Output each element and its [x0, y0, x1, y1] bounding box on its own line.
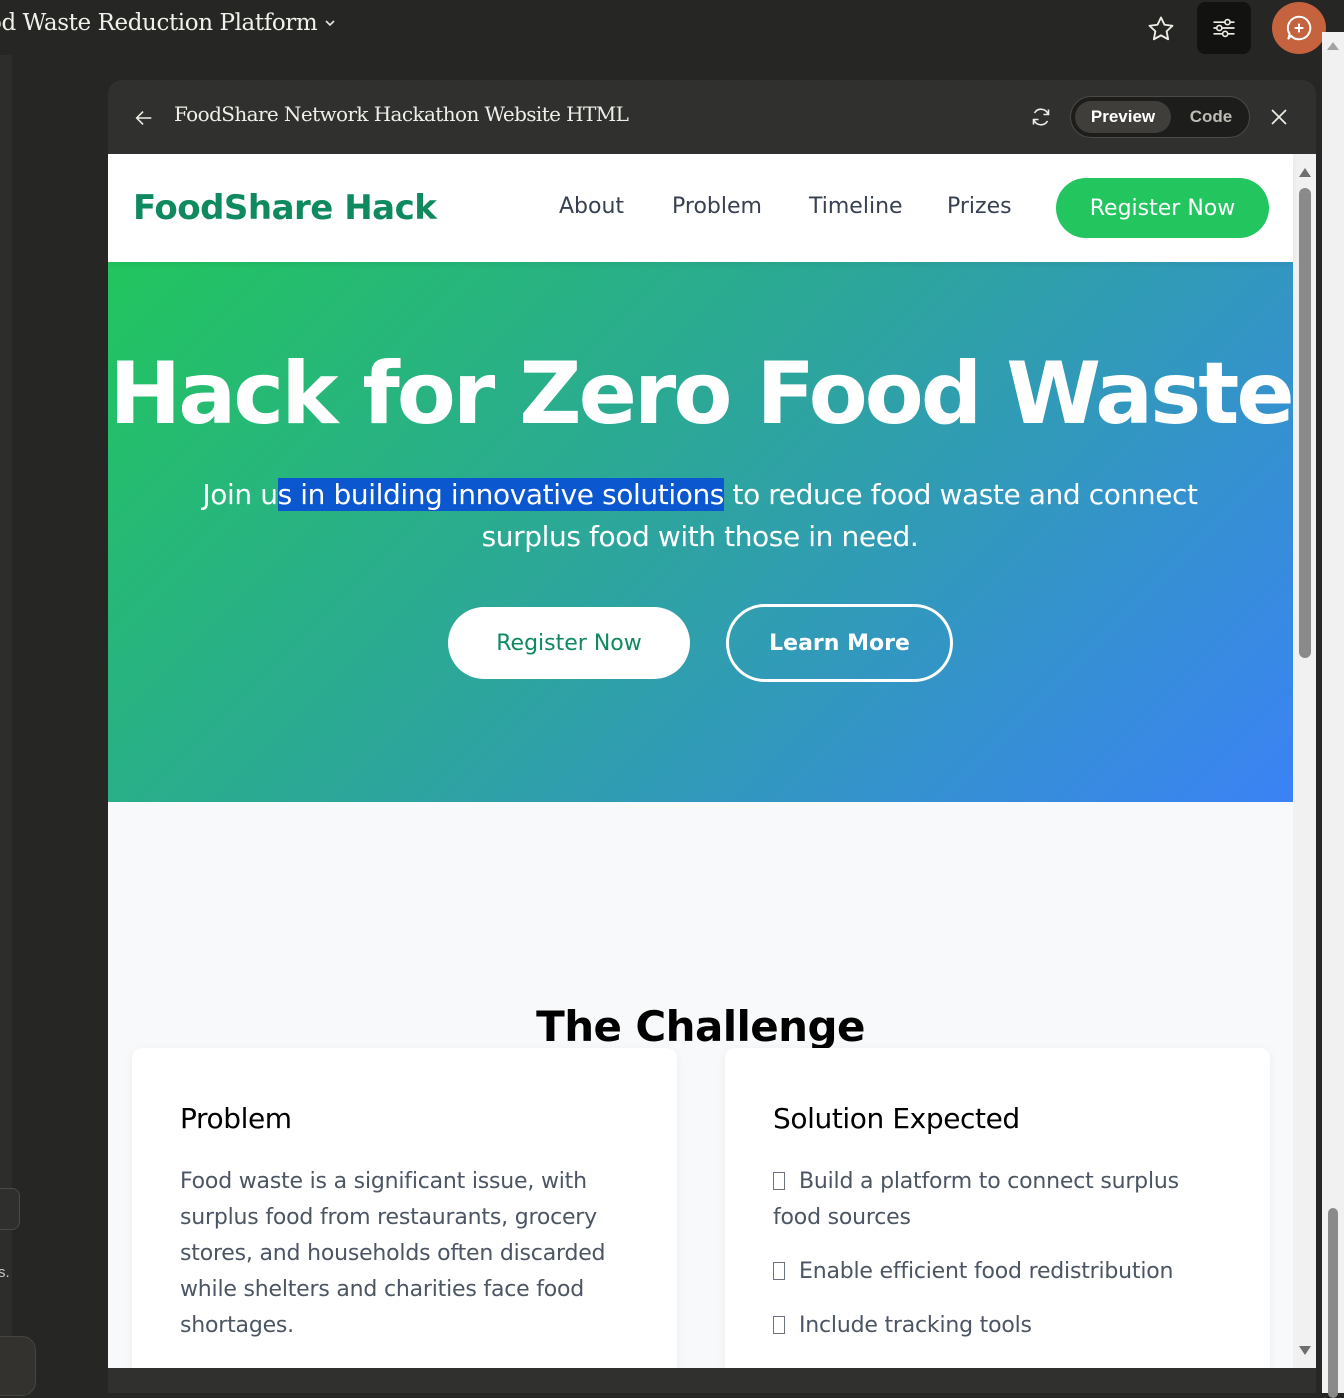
list-item: Include tracking tools	[773, 1308, 1233, 1344]
scroll-up-arrow[interactable]	[1327, 42, 1339, 50]
project-title: od Waste Reduction Platform	[0, 10, 318, 36]
challenge-heading: The Challenge	[536, 1002, 865, 1051]
sliders-icon	[1213, 18, 1235, 38]
checkbox-icon	[773, 1316, 785, 1334]
scroll-thumb[interactable]	[1299, 188, 1311, 658]
refresh-icon	[1032, 108, 1050, 126]
app-top-bar: od Waste Reduction Platform	[0, 0, 1344, 55]
artifact-header: FoodShare Network Hackathon Website HTML…	[108, 80, 1316, 154]
scroll-up-arrow[interactable]	[1299, 168, 1311, 177]
scroll-down-arrow[interactable]	[1299, 1346, 1311, 1355]
close-button[interactable]	[1266, 104, 1292, 130]
code-tab[interactable]: Code	[1175, 101, 1247, 133]
nav-register-button[interactable]: Register Now	[1056, 178, 1269, 238]
preview-viewport: FoodShare Hack About Problem Timeline Pr…	[108, 154, 1316, 1368]
settings-button[interactable]	[1197, 2, 1251, 54]
sidebar-snippet: s.	[0, 1264, 10, 1281]
hero-subtitle-start: Join u	[202, 478, 278, 511]
checkbox-icon	[773, 1262, 785, 1280]
solution-card: Solution Expected Build a platform to co…	[725, 1048, 1270, 1368]
nav-link-prizes[interactable]: Prizes	[947, 194, 1012, 219]
hero-title: Hack for Zero Food Waste	[109, 344, 1294, 444]
star-button[interactable]	[1140, 8, 1182, 50]
sidebar-bubble[interactable]	[0, 1336, 36, 1396]
nav-link-about[interactable]: About	[559, 194, 624, 219]
problem-card-text: Food waste is a significant issue, with …	[180, 1169, 606, 1338]
artifact-title: FoodShare Network Hackathon Website HTML	[174, 102, 629, 126]
problem-card-title: Problem	[180, 1102, 292, 1135]
hero-subtitle-selection: s in building innovative solutions	[277, 478, 724, 511]
project-title-dropdown[interactable]: od Waste Reduction Platform	[0, 10, 337, 36]
star-icon	[1148, 16, 1174, 41]
solution-item-text: Build a platform to connect surplus food…	[773, 1169, 1179, 1230]
arrow-left-icon	[135, 111, 152, 125]
site-logo[interactable]: FoodShare Hack	[133, 188, 437, 228]
hero-register-button[interactable]: Register Now	[448, 607, 690, 679]
artifact-panel: FoodShare Network Hackathon Website HTML…	[108, 80, 1316, 1393]
hero-section: Hack for Zero Food Waste Join us in buil…	[108, 262, 1295, 802]
nav-link-problem[interactable]: Problem	[672, 194, 762, 219]
back-button[interactable]	[130, 104, 158, 132]
refresh-button[interactable]	[1026, 102, 1056, 132]
artifact-footer	[108, 1368, 1316, 1393]
preview-tab[interactable]: Preview	[1075, 101, 1171, 133]
chat-plus-icon	[1286, 15, 1312, 41]
hero-subtitle: Join us in building innovative solutions…	[200, 474, 1200, 558]
list-item: Build a platform to connect surplus food…	[773, 1164, 1233, 1236]
solution-card-title: Solution Expected	[773, 1102, 1020, 1135]
preview-code-toggle: Preview Code	[1070, 96, 1250, 138]
new-chat-button[interactable]	[1272, 2, 1326, 54]
hero-learn-more-button[interactable]: Learn More	[726, 604, 953, 682]
checkbox-icon	[773, 1172, 785, 1190]
solution-item-text: Include tracking tools	[799, 1313, 1032, 1338]
list-item: Enable efficient food redistribution	[773, 1254, 1233, 1290]
chevron-down-icon	[325, 20, 335, 27]
scroll-thumb[interactable]	[1328, 1208, 1338, 1398]
preview-scrollbar[interactable]	[1293, 154, 1316, 1368]
solution-list: Build a platform to connect surplus food…	[773, 1164, 1233, 1362]
solution-item-text: Enable efficient food redistribution	[799, 1259, 1174, 1284]
close-icon	[1271, 109, 1287, 125]
site-navbar: FoodShare Hack About Problem Timeline Pr…	[108, 154, 1293, 262]
sidebar-widget[interactable]	[0, 1188, 20, 1230]
nav-link-timeline[interactable]: Timeline	[809, 194, 903, 219]
problem-card: Problem Food waste is a significant issu…	[132, 1048, 677, 1368]
page-scrollbar[interactable]	[1322, 32, 1344, 1398]
